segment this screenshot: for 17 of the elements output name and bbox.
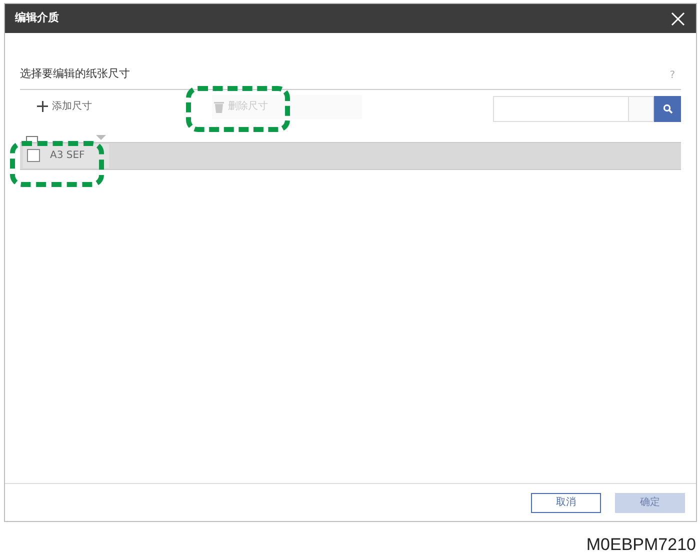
table-row[interactable]: A3 SEF (20, 142, 681, 170)
header-checkbox[interactable] (26, 136, 38, 142)
size-label: A3 SEF (50, 149, 85, 163)
search-clear-area (629, 96, 654, 122)
help-link[interactable]: ? (670, 68, 675, 82)
trash-icon (214, 100, 224, 112)
add-size-button[interactable]: 添加尺寸 (35, 94, 175, 118)
figure-code: M0EBPM7210 (586, 534, 696, 556)
section-heading: 选择要编辑的纸张尺寸 (20, 66, 130, 82)
search-field[interactable] (493, 96, 629, 122)
cancel-button[interactable]: 取消 (531, 492, 601, 512)
plus-icon (37, 101, 48, 112)
search-icon (662, 104, 672, 114)
close-icon[interactable] (670, 10, 686, 26)
search-button[interactable] (654, 96, 681, 122)
window-title: 编辑介质 (15, 10, 59, 26)
row-checkbox[interactable] (27, 149, 40, 162)
